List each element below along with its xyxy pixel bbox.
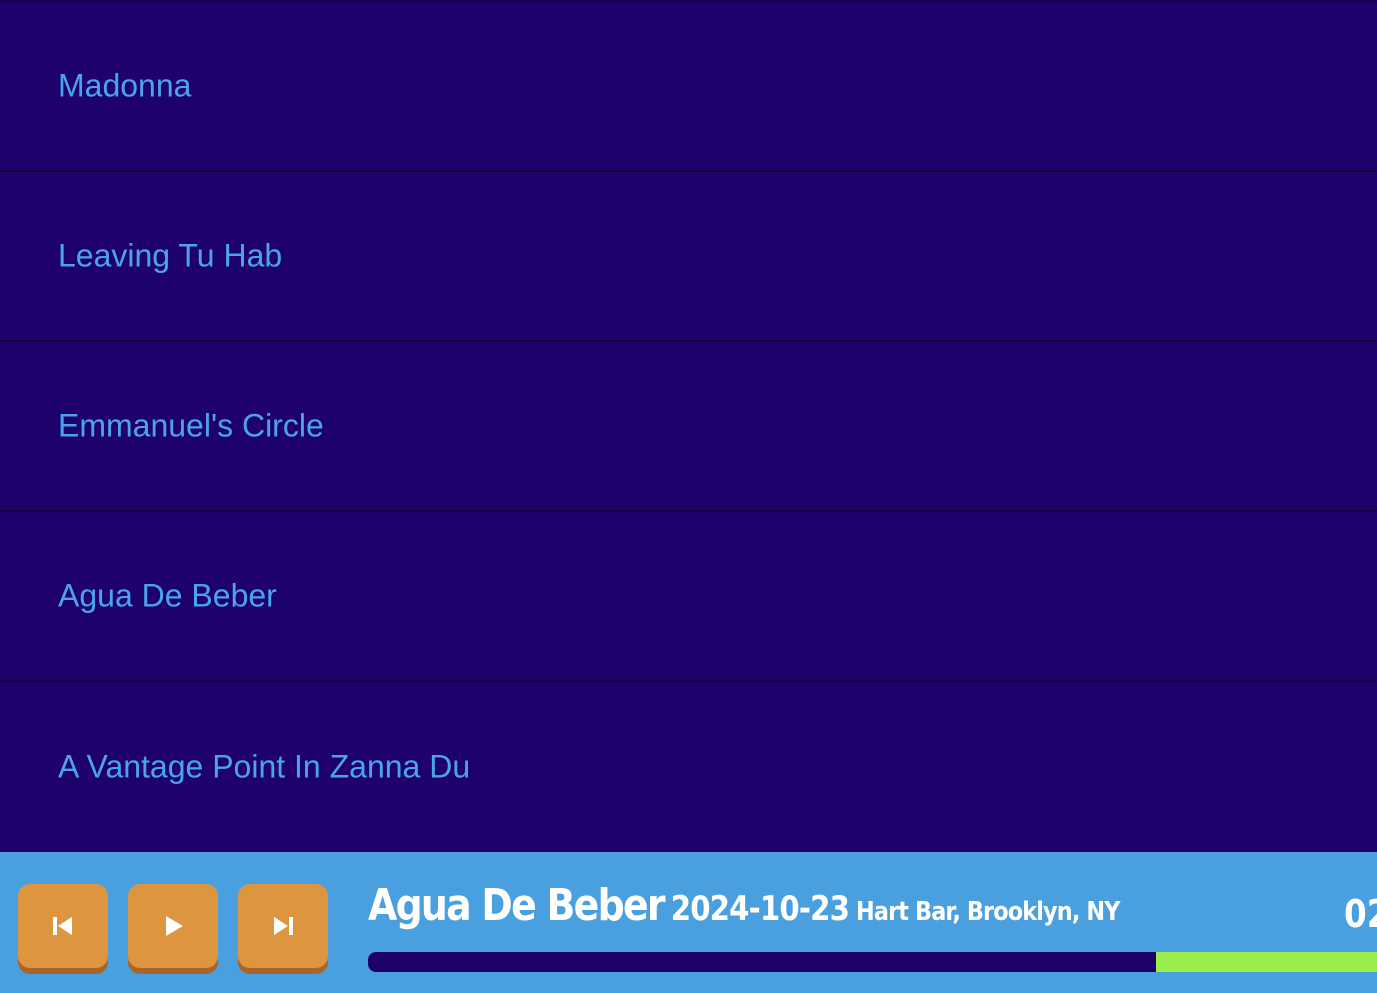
track-row: Madonna — [0, 2, 1377, 172]
track-link[interactable]: Agua De Beber — [58, 578, 277, 615]
track-link[interactable]: Madonna — [58, 68, 191, 105]
previous-button[interactable] — [18, 884, 108, 968]
play-button[interactable] — [128, 884, 218, 968]
track-list: Madonna Leaving Tu Hab Emmanuel's Circle… — [0, 0, 1377, 852]
track-row: Emmanuel's Circle — [0, 342, 1377, 512]
track-row: Agua De Beber — [0, 512, 1377, 682]
player-bar: Agua De Beber 2024-10-23 Hart Bar, Brookly… — [0, 852, 1377, 993]
now-playing-title: Agua De Beber — [368, 880, 666, 931]
progress-fill — [1155, 952, 1377, 972]
now-playing-info: Agua De Beber 2024-10-23 Hart Bar, Brookly… — [368, 880, 1120, 931]
progress-bar[interactable] — [368, 952, 1377, 972]
track-link[interactable]: A Vantage Point In Zanna Du — [58, 749, 470, 786]
track-row: Leaving Tu Hab — [0, 172, 1377, 342]
play-icon — [166, 916, 183, 936]
skip-previous-icon — [53, 917, 72, 935]
now-playing-venue: Hart Bar, Brooklyn, NY — [856, 897, 1120, 927]
track-link[interactable]: Leaving Tu Hab — [58, 238, 282, 275]
track-link[interactable]: Emmanuel's Circle — [58, 408, 324, 445]
time-readout: 02 — [1344, 892, 1377, 936]
skip-next-icon — [274, 917, 293, 935]
track-row: A Vantage Point In Zanna Du — [0, 682, 1377, 852]
next-button[interactable] — [238, 884, 328, 968]
now-playing-date: 2024-10-23 — [670, 889, 850, 929]
